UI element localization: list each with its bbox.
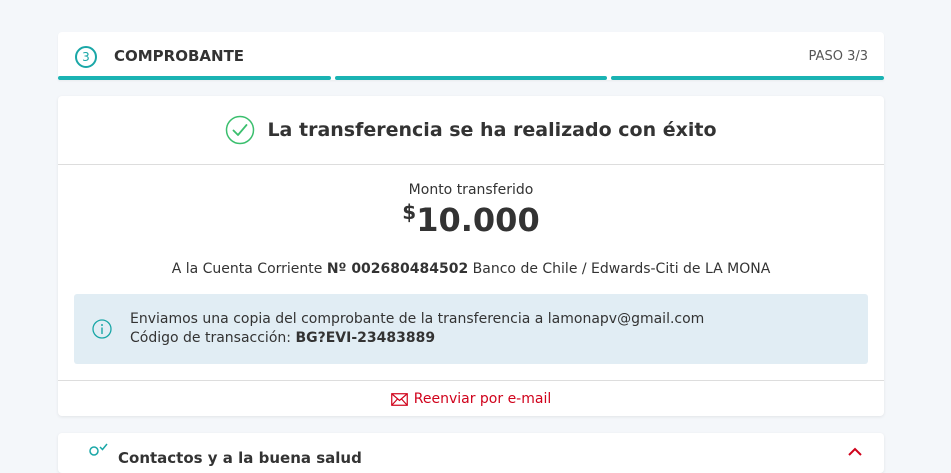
step-progress-bar <box>58 76 885 80</box>
step-header: 3 COMPROBANTE PASO 3/3 <box>58 32 885 80</box>
amount-number: 10.000 <box>416 201 540 239</box>
check-circle-icon <box>226 115 255 145</box>
destination-account: A la Cuenta Corriente Nº 002680484502 Ba… <box>58 261 884 277</box>
step-title: COMPROBANTE <box>114 47 245 65</box>
next-section-card[interactable]: Contactos y a la buena salud <box>58 433 884 473</box>
envelope-icon <box>390 392 408 406</box>
success-banner: La transferencia se ha realizado con éxi… <box>58 96 884 165</box>
amount-label: Monto transferido <box>408 182 534 198</box>
person-check-icon <box>89 443 108 456</box>
account-number: Nº 002680484502 <box>326 261 469 277</box>
email-copy-notice: Enviamos una copia del comprobante de la… <box>130 311 705 327</box>
receipt-card: La transferencia se ha realizado con éxi… <box>58 96 884 416</box>
info-icon <box>92 319 112 339</box>
transaction-code: Código de transacción: BG?EVI-23483889 <box>130 330 435 346</box>
resend-email-button[interactable]: Reenviar por e-mail <box>58 380 884 417</box>
chevron-up-icon <box>848 447 862 456</box>
currency-symbol: $ <box>402 200 417 224</box>
amount-value: $10.000 <box>58 200 884 239</box>
account-prefix: A la Cuenta Corriente <box>171 261 323 277</box>
success-title: La transferencia se ha realizado con éxi… <box>267 119 717 141</box>
account-bank: Banco de Chile / Edwards-Citi de LA MONA <box>472 261 771 277</box>
resend-email-label: Reenviar por e-mail <box>413 391 552 407</box>
progress-segment-1 <box>58 76 331 80</box>
transaction-code-value: BG?EVI-23483889 <box>295 330 436 346</box>
step-counter: PASO 3/3 <box>808 49 868 64</box>
info-notice: Enviamos una copia del comprobante de la… <box>74 294 868 364</box>
next-section-title: Contactos y a la buena salud <box>118 449 362 467</box>
progress-segment-2 <box>334 76 608 80</box>
progress-segment-3 <box>611 76 885 80</box>
transaction-code-label: Código de transacción: <box>130 330 291 346</box>
step-number-badge: 3 <box>75 46 97 68</box>
